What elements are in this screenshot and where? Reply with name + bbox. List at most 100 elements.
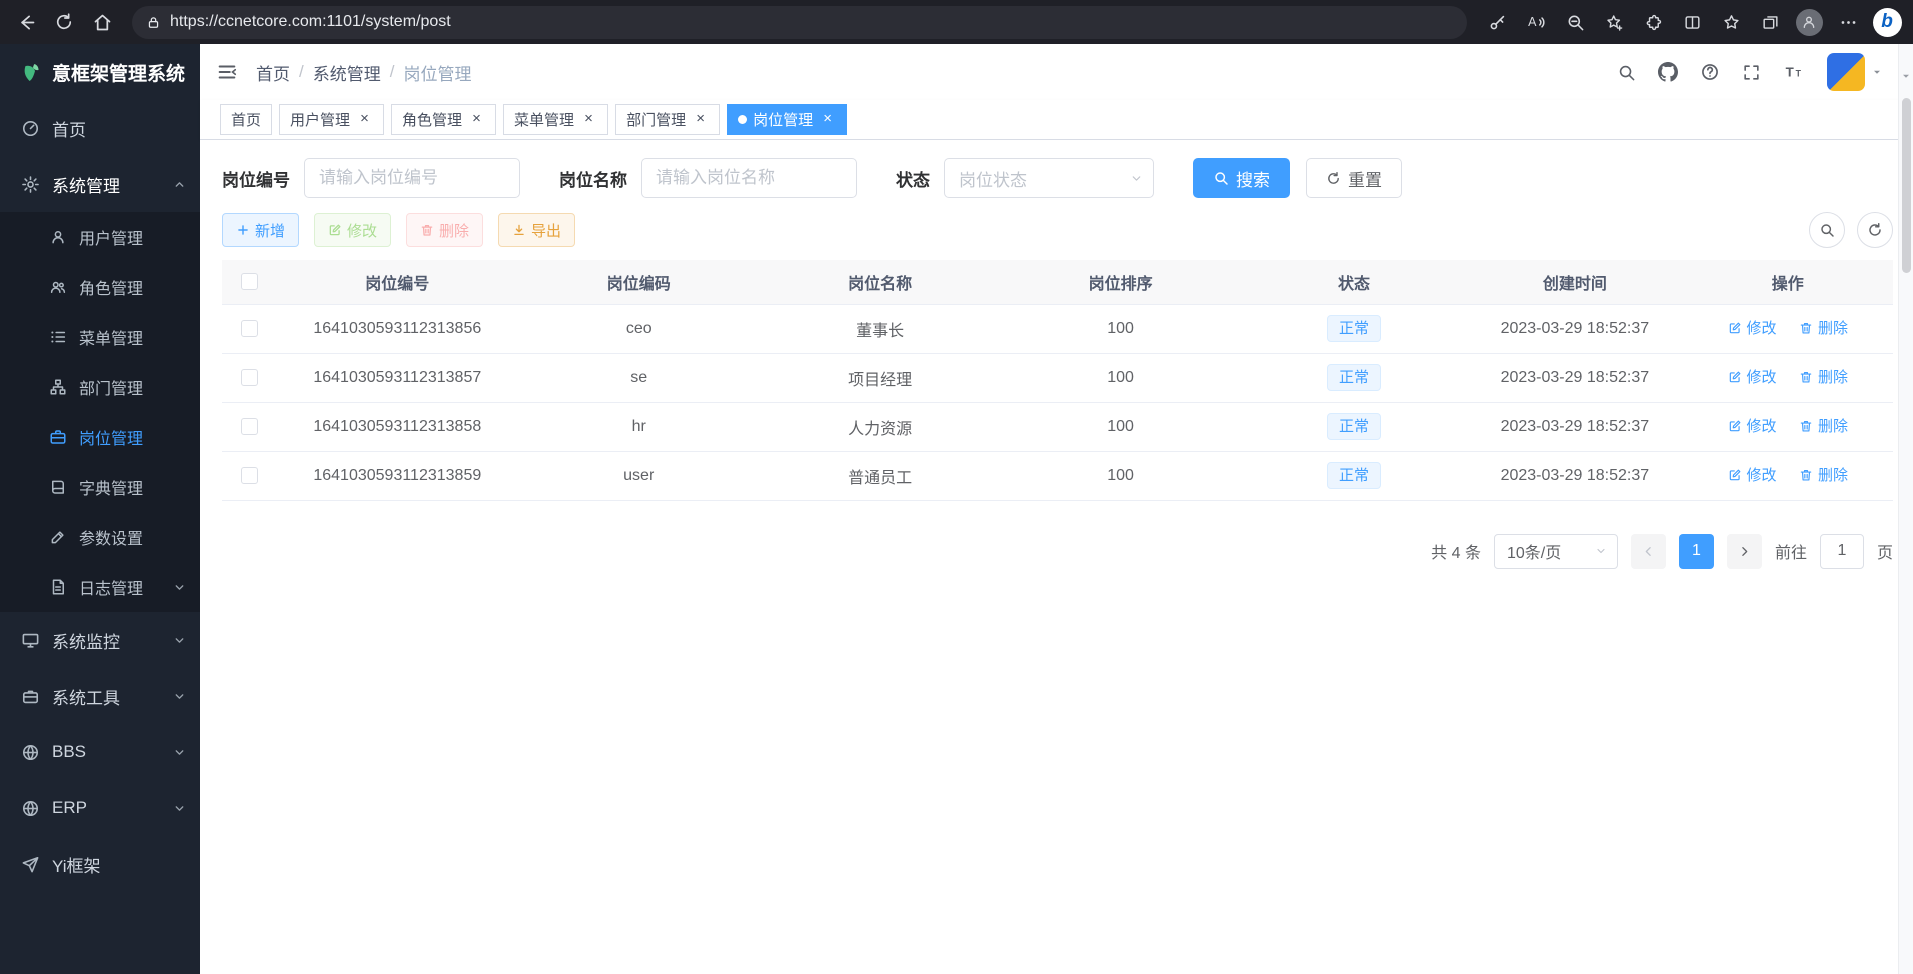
top-navbar: 首页 / 系统管理 / 岗位管理 — [200, 44, 1913, 100]
favorites-icon[interactable] — [1713, 4, 1749, 40]
sidebar-item-roles[interactable]: 角色管理 — [0, 262, 200, 312]
tab-close-icon[interactable]: × — [468, 111, 485, 128]
sidebar-item-system[interactable]: 系统管理 — [0, 156, 200, 212]
tab-close-icon[interactable]: × — [819, 111, 836, 128]
tab-post-management[interactable]: 岗位管理 × — [727, 104, 847, 135]
sidebar-item-parameters[interactable]: 参数设置 — [0, 512, 200, 562]
row-edit-link[interactable]: 修改 — [1728, 464, 1777, 485]
row-edit-link[interactable]: 修改 — [1728, 415, 1777, 436]
browser-chrome: https://ccnetcore.com:1101/system/post A — [0, 0, 1913, 44]
delete-button[interactable]: 删除 — [406, 213, 483, 247]
fullscreen-icon[interactable] — [1742, 63, 1761, 82]
app-logo[interactable]: 意框架管理系统 — [0, 44, 200, 100]
breadcrumb-current: 岗位管理 — [403, 60, 471, 85]
row-delete-link[interactable]: 删除 — [1799, 415, 1848, 436]
password-key-icon[interactable] — [1479, 4, 1515, 40]
font-size-icon[interactable]: TT — [1783, 62, 1805, 82]
tab-user-management[interactable]: 用户管理 × — [279, 104, 384, 135]
sidebar-item-logs[interactable]: 日志管理 — [0, 562, 200, 612]
select-all-checkbox[interactable] — [241, 273, 258, 290]
bing-copilot-icon[interactable]: b — [1869, 4, 1905, 40]
table-header-row: 岗位编号 岗位编码 岗位名称 岗位排序 状态 创建时间 操作 — [222, 260, 1893, 304]
goto-page-input[interactable] — [1820, 534, 1864, 569]
breadcrumb-system[interactable]: 系统管理 — [313, 60, 381, 85]
profile-person-icon — [1796, 9, 1823, 36]
sidebar-item-home[interactable]: 首页 — [0, 100, 200, 156]
tab-close-icon[interactable]: × — [580, 111, 597, 128]
browser-refresh-button[interactable] — [46, 4, 82, 40]
site-info-lock-icon[interactable] — [146, 15, 161, 30]
sidebar-item-departments[interactable]: 部门管理 — [0, 362, 200, 412]
tab-department-management[interactable]: 部门管理 × — [615, 104, 720, 135]
prev-page-button[interactable] — [1631, 534, 1666, 569]
svg-text:T: T — [1786, 65, 1794, 80]
toggle-search-button[interactable] — [1809, 212, 1845, 248]
tab-role-management[interactable]: 角色管理 × — [391, 104, 496, 135]
browser-profile-avatar[interactable] — [1791, 4, 1827, 40]
row-checkbox[interactable] — [241, 467, 258, 484]
extensions-icon[interactable] — [1635, 4, 1671, 40]
page-scrollbar[interactable] — [1898, 44, 1913, 974]
tab-home[interactable]: 首页 — [220, 104, 272, 135]
sidebar-collapse-icon[interactable] — [216, 61, 238, 83]
svg-text:A: A — [1528, 15, 1537, 29]
row-edit-link[interactable]: 修改 — [1728, 366, 1777, 387]
sidebar-item-menus[interactable]: 菜单管理 — [0, 312, 200, 362]
plus-icon — [236, 223, 250, 237]
row-checkbox[interactable] — [241, 369, 258, 386]
tab-menu-management[interactable]: 菜单管理 × — [503, 104, 608, 135]
tabs-bar: 首页 用户管理 × 角色管理 × 菜单管理 × 部门管理 × 岗位管理 × — [200, 100, 1913, 140]
monitor-icon — [21, 631, 40, 650]
page-size-select[interactable]: 10条/页 — [1494, 534, 1618, 569]
browser-home-button[interactable] — [84, 4, 120, 40]
search-button[interactable]: 搜索 — [1193, 158, 1290, 198]
sidebar-item-dictionary[interactable]: 字典管理 — [0, 462, 200, 512]
row-delete-link[interactable]: 删除 — [1799, 464, 1848, 485]
chevron-down-icon — [173, 802, 186, 815]
scrollbar-thumb[interactable] — [1902, 98, 1911, 273]
help-question-icon[interactable] — [1700, 62, 1720, 82]
status-select[interactable]: 岗位状态 — [944, 158, 1154, 198]
filter-form: 岗位编号 岗位名称 状态 岗位状态 — [222, 158, 1893, 198]
breadcrumb-home[interactable]: 首页 — [256, 60, 290, 85]
address-bar[interactable]: https://ccnetcore.com:1101/system/post — [132, 6, 1467, 39]
tab-close-icon[interactable]: × — [356, 111, 373, 128]
user-avatar-menu[interactable] — [1827, 53, 1883, 91]
row-checkbox[interactable] — [241, 320, 258, 337]
tab-close-icon[interactable]: × — [692, 111, 709, 128]
leaf-logo-icon — [18, 60, 42, 84]
zoom-icon[interactable] — [1557, 4, 1593, 40]
collections-icon[interactable] — [1752, 4, 1788, 40]
header-search-icon[interactable] — [1617, 63, 1636, 82]
sidebar-item-users[interactable]: 用户管理 — [0, 212, 200, 262]
next-page-button[interactable] — [1727, 534, 1762, 569]
read-aloud-icon[interactable]: A — [1518, 4, 1554, 40]
table-row: 1641030593112313857 se 项目经理 100 正常 2023-… — [222, 353, 1893, 402]
sidebar-item-erp[interactable]: ERP — [0, 780, 200, 836]
row-checkbox[interactable] — [241, 418, 258, 435]
add-favorite-icon[interactable] — [1596, 4, 1632, 40]
sidebar-item-bbs[interactable]: BBS — [0, 724, 200, 780]
sidebar-item-posts[interactable]: 岗位管理 — [0, 412, 200, 462]
dashboard-icon — [21, 119, 40, 138]
sidebar-item-monitor[interactable]: 系统监控 — [0, 612, 200, 668]
github-icon[interactable] — [1658, 62, 1678, 82]
row-edit-link[interactable]: 修改 — [1728, 317, 1777, 338]
page-number-button[interactable]: 1 — [1679, 534, 1714, 569]
export-button[interactable]: 导出 — [498, 213, 575, 247]
settings-menu-icon[interactable] — [1830, 4, 1866, 40]
split-screen-icon[interactable] — [1674, 4, 1710, 40]
row-delete-link[interactable]: 删除 — [1799, 317, 1848, 338]
add-button[interactable]: 新增 — [222, 213, 299, 247]
sidebar-item-tools[interactable]: 系统工具 — [0, 668, 200, 724]
row-delete-link[interactable]: 删除 — [1799, 366, 1848, 387]
sidebar-item-yi-framework[interactable]: Yi框架 — [0, 836, 200, 892]
user-icon — [49, 228, 67, 246]
reset-button[interactable]: 重置 — [1306, 158, 1402, 198]
edit-button[interactable]: 修改 — [314, 213, 391, 247]
post-code-input[interactable] — [304, 158, 520, 198]
refresh-table-button[interactable] — [1857, 212, 1893, 248]
post-name-input[interactable] — [641, 158, 857, 198]
browser-back-button[interactable] — [8, 4, 44, 40]
chevron-down-icon — [173, 690, 186, 703]
